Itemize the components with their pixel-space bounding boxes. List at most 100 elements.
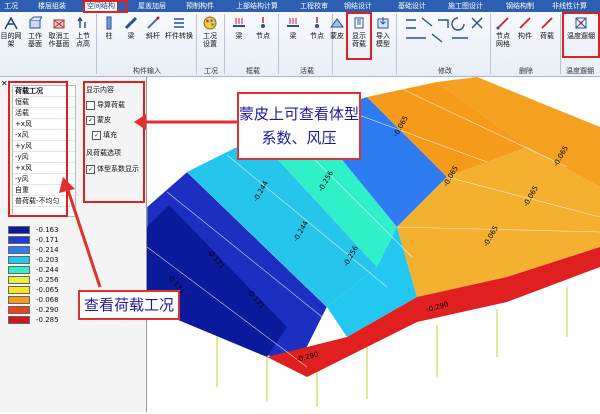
- dead-node-label: 节点: [256, 32, 270, 40]
- highlight-show-load: [346, 12, 372, 60]
- legend-swatch: [8, 226, 30, 234]
- group-live: 活载: [300, 67, 314, 75]
- beam-icon: [124, 16, 138, 30]
- ribbon-separator: [224, 14, 225, 74]
- import-model-button[interactable]: 导入 模型: [372, 14, 394, 58]
- column-icon: [106, 16, 112, 30]
- diagonal-label: 斜杆: [146, 32, 160, 40]
- tab-6[interactable]: 工程校审: [300, 0, 328, 12]
- delete-load-button[interactable]: 荷载: [536, 14, 558, 58]
- member-convert-icon: [174, 18, 184, 28]
- column-button[interactable]: 柱: [98, 14, 120, 58]
- group-member-input: 构件输入: [133, 67, 161, 75]
- cancel-work-plane-button[interactable]: 取消工 作基面: [48, 14, 70, 58]
- dead-node-button[interactable]: 节点: [252, 14, 274, 58]
- cancel-work-plane-icon: [53, 19, 65, 29]
- work-plane-label: 工作 基面: [28, 32, 42, 48]
- tab-9[interactable]: 施工图设计: [448, 0, 483, 12]
- tab-10[interactable]: 钢结构制: [506, 0, 534, 12]
- group-modify: 修改: [438, 67, 452, 75]
- tab-8[interactable]: 基础设计: [398, 0, 426, 12]
- diagonal-icon: [147, 16, 160, 29]
- live-beam-label: 梁: [289, 32, 297, 40]
- cancel-work-plane-label: 取消工 作基面: [48, 32, 70, 48]
- dead-beam-label: 梁: [235, 32, 243, 40]
- legend-swatch: [8, 276, 30, 284]
- ribbon-separator: [490, 14, 491, 74]
- dead-beam-button[interactable]: 梁: [228, 14, 250, 58]
- tab-11[interactable]: 非线性计算: [552, 0, 587, 12]
- highlight-temperature: [562, 12, 600, 58]
- group-temperature: 温度遛绷: [566, 67, 594, 75]
- beam-label: 梁: [127, 32, 135, 40]
- close-icon[interactable]: ✕: [1, 79, 8, 88]
- node-height-icon: [77, 16, 86, 28]
- group-delete: 删除: [519, 67, 533, 75]
- beam-button[interactable]: 梁: [120, 14, 142, 58]
- ribbon-separator: [96, 14, 97, 74]
- live-node-button[interactable]: 节点: [306, 14, 328, 58]
- work-plane-button[interactable]: 工作 基面: [24, 14, 46, 58]
- import-icon: [377, 17, 389, 29]
- case-setup-label: 工况 设置: [203, 32, 217, 48]
- member-convert-label: 杆件转换: [165, 32, 193, 40]
- palette-icon: [203, 16, 217, 30]
- grid-button[interactable]: 目的网架: [0, 14, 22, 58]
- delete-member-label: 构件: [518, 32, 532, 40]
- case-setup-button[interactable]: 工况 设置: [199, 14, 221, 58]
- ribbon-separator: [396, 14, 397, 74]
- legend-value: -0.290: [36, 306, 59, 314]
- node-load-icon: [315, 17, 319, 28]
- node-height-button[interactable]: 上节 点高: [72, 14, 94, 58]
- legend-swatch: [8, 256, 30, 264]
- member-convert-button[interactable]: 杆件转换: [164, 14, 194, 58]
- ribbon-separator: [196, 14, 197, 74]
- work-plane-icon: [29, 16, 42, 29]
- legend-swatch: [8, 246, 30, 254]
- diagonal-button[interactable]: 斜杆: [142, 14, 164, 58]
- legend-swatch: [8, 236, 30, 244]
- skin-label: 蒙皮: [330, 32, 344, 40]
- tab-5[interactable]: 上部结构计算: [236, 0, 278, 12]
- tab-1[interactable]: 楼层组装: [38, 0, 66, 12]
- eraser-icon: [519, 17, 531, 29]
- beam-load-icon: [233, 18, 245, 27]
- highlight-tab: [83, 0, 128, 13]
- group-case: 工况: [204, 67, 218, 75]
- live-node-label: 节点: [310, 32, 324, 40]
- tab-7[interactable]: 钢结设计: [344, 0, 372, 12]
- legend-value: -0.068: [36, 296, 59, 304]
- legend-swatch: [8, 286, 30, 294]
- eraser-icon: [541, 17, 553, 29]
- live-beam-button[interactable]: 梁: [282, 14, 304, 58]
- import-model-label: 导入 模型: [376, 32, 390, 48]
- tab-0[interactable]: 工况: [4, 0, 18, 12]
- group-dead: 框载: [246, 67, 260, 75]
- modify-tools-icon: [406, 17, 483, 43]
- node-grid-icon: [496, 17, 509, 30]
- legend-swatch: [8, 316, 30, 324]
- ribbon: 目的网架 工作 基面 取消工 作基面 上节 点高 柱 梁 斜杆 杆件转换 工况 …: [0, 12, 600, 77]
- column-label: 柱: [105, 32, 113, 40]
- skin-icon: [330, 18, 344, 28]
- callout-skin-info: 蒙皮上可查看体型系数、风压: [237, 92, 361, 160]
- legend-swatch: [8, 296, 30, 304]
- node-grid-button[interactable]: 节点 网格: [492, 14, 514, 58]
- tab-3[interactable]: 屋盖加层: [138, 0, 166, 12]
- grid-button-label: 目的网架: [0, 32, 22, 48]
- delete-member-button[interactable]: 构件: [514, 14, 536, 58]
- grid-frame-icon: [4, 16, 18, 30]
- ribbon-separator: [278, 14, 279, 74]
- node-grid-label: 节点 网格: [496, 32, 510, 48]
- callout-arrow-bottom: [59, 177, 102, 288]
- node-load-icon: [261, 17, 265, 28]
- skin-button[interactable]: 蒙皮: [326, 14, 348, 58]
- beam-load-icon: [287, 18, 299, 27]
- node-height-label: 上节 点高: [76, 32, 90, 48]
- legend-value: -0.285: [36, 316, 59, 324]
- legend-swatch: [8, 306, 30, 314]
- tab-4[interactable]: 预制构件: [186, 0, 214, 12]
- ribbon-separator: [560, 14, 561, 74]
- modify-tools[interactable]: [400, 14, 490, 58]
- legend-swatch: [8, 266, 30, 274]
